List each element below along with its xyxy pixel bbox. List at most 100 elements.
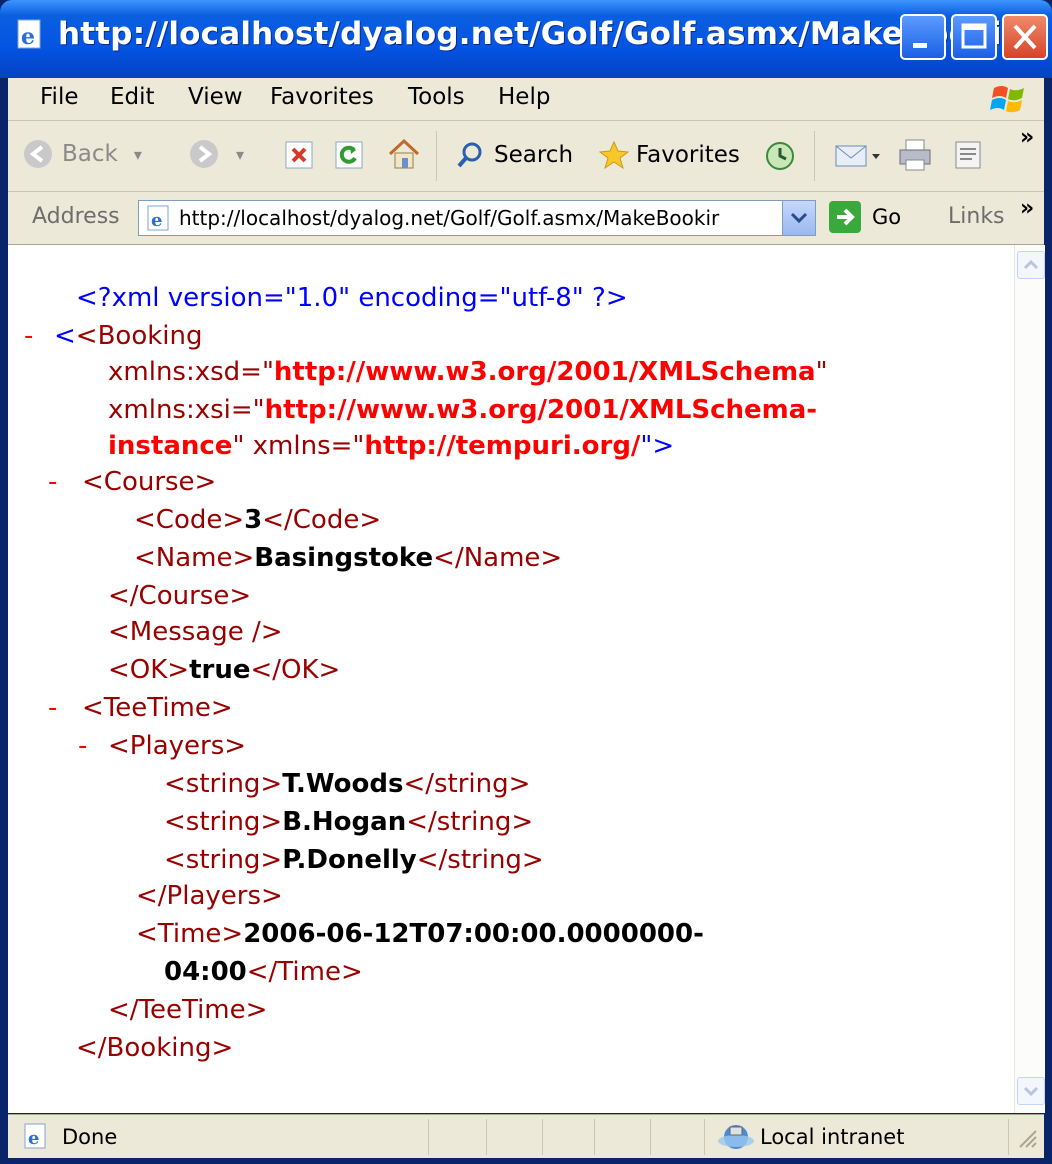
code-close-tag: </Code>: [262, 505, 382, 535]
xml-name: <Name>Basingstoke</Name>: [134, 543, 562, 573]
minimize-button[interactable]: [900, 14, 946, 60]
address-field[interactable]: e http://localhost/dyalog.net/Golf/Golf.…: [138, 200, 816, 236]
xml-course-open: <Course>: [82, 467, 216, 497]
booking-open-tag: <Booking: [75, 321, 203, 351]
xml-attr-xmlns: instance" xmlns="http://tempuri.org/">: [108, 431, 674, 461]
xml-ok: <OK>true</OK>: [108, 655, 340, 685]
back-label: Back: [62, 141, 118, 167]
attr-xsd-quote: ": [815, 357, 828, 387]
minimize-icon: [913, 43, 927, 48]
attr-xsd-value: http://www.w3.org/2001/XMLSchema: [273, 357, 816, 387]
xml-players-close: </Players>: [136, 881, 283, 911]
back-button[interactable]: Back ▾: [22, 138, 142, 170]
back-arrow-icon: [24, 140, 52, 168]
menu-tools[interactable]: Tools: [408, 84, 465, 110]
go-button[interactable]: Go: [828, 200, 901, 234]
xml-players-open: <Players>: [108, 731, 246, 761]
search-button[interactable]: Search: [456, 140, 573, 170]
maximize-icon: [961, 23, 987, 49]
vertical-scrollbar[interactable]: [1014, 245, 1045, 1113]
chevron-up-icon: [1023, 259, 1039, 270]
local-intranet-icon: [718, 1125, 754, 1149]
forward-dropdown-icon[interactable]: ▾: [236, 145, 244, 164]
toolbar-overflow-icon[interactable]: »: [1020, 125, 1034, 150]
back-dropdown-icon[interactable]: ▾: [134, 145, 142, 164]
attr-xmlns-value: http://tempuri.org/: [364, 431, 641, 461]
menu-favorites[interactable]: Favorites: [270, 84, 374, 110]
resize-grip-icon[interactable]: [1016, 1125, 1040, 1153]
attr-xsd-name: xmlns:xsd=": [108, 357, 274, 387]
xml-attr-xsi: xmlns:xsi="http://www.w3.org/2001/XMLSch…: [108, 395, 817, 425]
svg-text:e: e: [151, 210, 162, 231]
address-bar: Address e http://localhost/dyalog.net/Go…: [8, 192, 1044, 245]
code-value: 3: [244, 505, 263, 535]
forward-arrow-icon: [190, 140, 218, 168]
favorites-button[interactable]: Favorites: [598, 140, 740, 170]
collapse-course-toggle[interactable]: -: [48, 467, 57, 497]
attr-end: ">: [640, 431, 675, 461]
close-button[interactable]: [1002, 14, 1048, 60]
string-close-tag: </string>: [416, 845, 544, 875]
string-open-tag: <string>: [164, 769, 283, 799]
forward-button[interactable]: ▾: [188, 138, 244, 170]
collapse-booking-toggle[interactable]: -: [24, 321, 33, 351]
links-button[interactable]: Links: [948, 204, 1005, 229]
menu-edit[interactable]: Edit: [110, 84, 155, 110]
player-value: T.Woods: [282, 769, 404, 799]
string-close-tag: </string>: [406, 807, 534, 837]
xml-attr-xsd: xmlns:xsd="http://www.w3.org/2001/XMLSch…: [108, 357, 828, 387]
ok-open-tag: <OK>: [108, 655, 190, 685]
attr-xsi-value-2: instance: [108, 431, 233, 461]
xml-message: <Message />: [108, 617, 283, 647]
collapse-players-toggle[interactable]: -: [78, 731, 87, 761]
title-bar[interactable]: e http://localhost/dyalog.net/Golf/Golf.…: [0, 0, 1052, 78]
xml-teetime-close: </TeeTime>: [108, 995, 267, 1025]
star-icon: [598, 140, 630, 170]
address-url[interactable]: http://localhost/dyalog.net/Golf/Golf.as…: [179, 206, 771, 230]
menu-view[interactable]: View: [188, 84, 243, 110]
address-dropdown-button[interactable]: [782, 201, 815, 235]
time-open-tag: <Time>: [136, 919, 244, 949]
window-frame-bottom: [0, 1158, 1052, 1164]
xml-code: <Code>3</Code>: [134, 505, 381, 535]
scroll-down-button[interactable]: [1017, 1077, 1045, 1105]
xml-booking-open: <<Booking: [54, 321, 203, 351]
edit-icon[interactable]: [952, 140, 986, 170]
xml-course-close: </Course>: [108, 581, 251, 611]
status-text: Done: [62, 1125, 118, 1149]
xml-player: <string>B.Hogan</string>: [164, 807, 533, 837]
teetime-open-tag: <TeeTime>: [82, 693, 233, 723]
xml-time: <Time>2006-06-12T07:00:00.0000000-: [136, 919, 704, 949]
refresh-icon[interactable]: [334, 140, 364, 170]
scroll-up-button[interactable]: [1017, 251, 1045, 279]
print-icon[interactable]: [898, 138, 934, 172]
chevron-down-icon: [790, 212, 808, 224]
toolbar: Back ▾ ▾ Search Favorites »: [8, 121, 1044, 192]
home-icon[interactable]: [386, 136, 422, 172]
menu-file[interactable]: File: [40, 84, 79, 110]
collapse-teetime-toggle[interactable]: -: [48, 693, 57, 723]
ie-page-icon: e: [17, 19, 41, 50]
players-close-tag: </Players>: [136, 881, 283, 911]
mail-icon[interactable]: [834, 140, 882, 172]
maximize-button[interactable]: [951, 14, 997, 60]
players-open-tag: <Players>: [108, 731, 247, 761]
xml-teetime-open: <TeeTime>: [82, 693, 233, 723]
course-open-tag: <Course>: [82, 467, 217, 497]
svg-text:e: e: [21, 24, 35, 50]
name-value: Basingstoke: [254, 543, 434, 573]
booking-close-tag: </Booking>: [76, 1033, 234, 1063]
close-icon: [1013, 24, 1037, 50]
xml-declaration: <?xml version="1.0" encoding="utf-8" ?>: [76, 283, 628, 313]
page-done-icon: e: [24, 1123, 46, 1149]
links-overflow-icon[interactable]: »: [1020, 196, 1034, 221]
windows-logo-icon: [986, 80, 1032, 118]
favorites-label: Favorites: [636, 142, 740, 168]
message-tag: <Message />: [108, 617, 283, 647]
stop-icon[interactable]: [284, 140, 314, 170]
xml-decl-text: <?xml version="1.0" encoding="utf-8" ?>: [76, 283, 628, 313]
browser-window: e http://localhost/dyalog.net/Golf/Golf.…: [0, 0, 1052, 1164]
history-icon[interactable]: [764, 140, 796, 172]
menu-help[interactable]: Help: [498, 84, 550, 110]
chevron-down-icon: [1023, 1086, 1039, 1097]
